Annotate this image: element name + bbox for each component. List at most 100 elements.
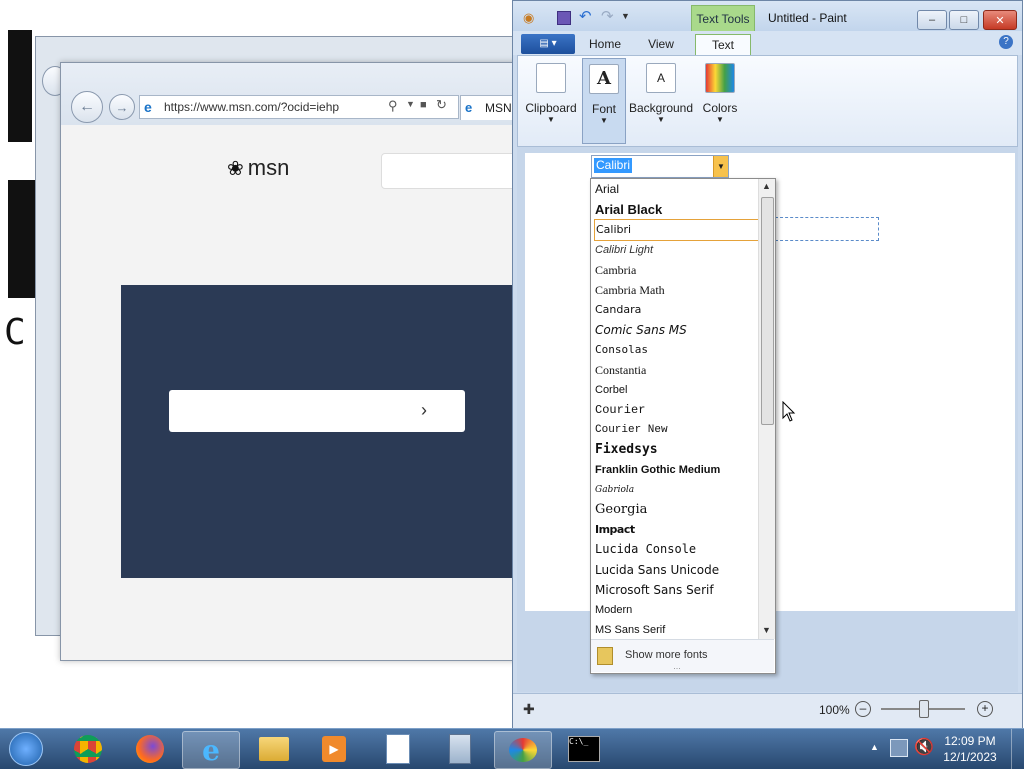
- group-label: Colors: [702, 101, 738, 115]
- font-item[interactable]: Arial: [594, 179, 757, 199]
- taskbar-firefox[interactable]: [122, 731, 178, 767]
- background-group-button[interactable]: A Background ▼: [628, 58, 694, 142]
- taskbar: e ▶ C:\_ ▲ 🔇 12:09 PM 12/1/2023: [0, 728, 1024, 769]
- msn-logo[interactable]: ❀ msn: [227, 155, 289, 181]
- font-icon: A: [589, 64, 619, 94]
- taskbar-chrome[interactable]: [60, 731, 116, 767]
- tab-label: Text: [711, 38, 734, 52]
- font-item[interactable]: Fixedsys: [594, 440, 757, 460]
- paint-app-icon[interactable]: ◉: [523, 10, 534, 26]
- font-item[interactable]: Corbel: [594, 380, 757, 400]
- taskbar-file-explorer[interactable]: [246, 731, 302, 767]
- font-item[interactable]: Cambria Math: [594, 280, 757, 300]
- font-item[interactable]: Modern: [594, 600, 757, 620]
- taskbar-command-prompt[interactable]: C:\_: [556, 731, 612, 767]
- taskbar-calculator[interactable]: [432, 731, 488, 767]
- font-item[interactable]: Franklin Gothic Medium: [594, 460, 757, 480]
- search-icon[interactable]: ⚲: [388, 98, 398, 114]
- chrome-icon: [74, 735, 102, 763]
- close-button[interactable]: ✕: [983, 10, 1017, 30]
- show-desktop-button[interactable]: [1011, 729, 1024, 769]
- calculator-icon: [449, 734, 471, 764]
- banner-search-input[interactable]: ›: [169, 390, 465, 432]
- ie-window[interactable]: ← → e https://www.msn.com/?ocid=iehp ⚲ ▼…: [60, 62, 543, 661]
- scroll-up-icon[interactable]: ▲: [762, 181, 771, 191]
- taskbar-media-player[interactable]: ▶: [306, 731, 362, 767]
- font-combo-value: Calibri: [594, 158, 633, 173]
- font-item[interactable]: Lucida Sans Unicode: [594, 560, 757, 580]
- font-item[interactable]: Constantia: [594, 360, 757, 380]
- chevron-down-icon: ▼: [657, 115, 665, 124]
- font-list-dropdown[interactable]: Arial Arial Black Calibri Calibri Light …: [590, 178, 776, 674]
- customize-quick-access-icon[interactable]: ▼: [621, 11, 630, 21]
- clipboard-group-button[interactable]: Clipboard ▼: [524, 58, 578, 142]
- system-clock[interactable]: 12:09 PM 12/1/2023: [940, 733, 1000, 765]
- minimize-button[interactable]: –: [917, 10, 947, 30]
- taskbar-wordpad[interactable]: [370, 731, 426, 767]
- start-button[interactable]: [0, 731, 52, 767]
- address-bar[interactable]: e https://www.msn.com/?ocid=iehp ⚲ ▼ ■ ↻: [139, 95, 459, 119]
- font-family-combo[interactable]: Calibri ▼: [591, 155, 729, 178]
- font-item[interactable]: Microsoft Sans Serif: [594, 580, 757, 600]
- refresh-icon[interactable]: ↻: [436, 97, 447, 113]
- folder-icon: [259, 737, 289, 761]
- paint-titlebar[interactable]: ◉ ↶ ↷ ▼ Text Tools Untitled - Paint – □ …: [513, 1, 1022, 33]
- font-item[interactable]: MS Sans Serif: [594, 620, 757, 640]
- undo-icon[interactable]: ↶: [579, 7, 592, 25]
- network-icon[interactable]: [890, 739, 908, 757]
- resize-grip-icon[interactable]: …: [673, 662, 681, 671]
- font-item[interactable]: Georgia: [594, 500, 757, 520]
- ie-logo-icon: e: [465, 100, 473, 115]
- tab-view[interactable]: View: [637, 34, 685, 54]
- group-label: Background: [628, 101, 694, 115]
- chevron-down-icon[interactable]: ▼: [406, 99, 415, 109]
- taskbar-internet-explorer[interactable]: e: [182, 731, 240, 769]
- show-hidden-icons-icon[interactable]: ▲: [870, 742, 879, 752]
- group-label: Font: [591, 102, 616, 116]
- ie-logo-icon: e: [144, 99, 152, 115]
- font-combo-dropdown-button[interactable]: ▼: [713, 156, 728, 177]
- zoom-level: 100%: [819, 703, 850, 717]
- help-icon[interactable]: ?: [999, 35, 1013, 49]
- colors-group-button[interactable]: Colors ▼: [698, 58, 742, 142]
- text-box[interactable]: [775, 217, 879, 241]
- taskbar-paint[interactable]: [494, 731, 552, 769]
- scroll-down-icon[interactable]: ▼: [762, 625, 771, 635]
- msn-page: ❀ msn ›: [61, 125, 543, 660]
- msn-banner: ›: [121, 285, 521, 578]
- lock-icon[interactable]: ■: [420, 99, 427, 111]
- zoom-slider-thumb[interactable]: [919, 700, 929, 718]
- font-item[interactable]: Impact: [594, 520, 757, 540]
- show-more-fonts-button[interactable]: Show more fonts …: [591, 639, 774, 672]
- font-group-button[interactable]: A Font ▼: [582, 58, 626, 144]
- font-item[interactable]: Comic Sans MS: [594, 320, 757, 340]
- font-item[interactable]: Calibri Light: [594, 240, 757, 260]
- maximize-button[interactable]: □: [949, 10, 979, 30]
- back-button[interactable]: ←: [71, 91, 103, 123]
- font-item[interactable]: Gabriola: [594, 480, 757, 500]
- font-item[interactable]: Cambria: [594, 260, 757, 280]
- font-item[interactable]: Courier New: [594, 420, 757, 440]
- tab-text[interactable]: Text: [695, 34, 751, 55]
- scrollbar-thumb[interactable]: [761, 197, 774, 425]
- tab-label: Home: [588, 37, 621, 51]
- font-list-scrollbar[interactable]: ▲ ▼: [758, 179, 775, 639]
- font-item[interactable]: Consolas: [594, 340, 757, 360]
- font-item-selected[interactable]: Calibri: [594, 219, 759, 241]
- chevron-right-icon[interactable]: ›: [421, 400, 427, 421]
- tab-home[interactable]: Home: [581, 34, 629, 54]
- font-item[interactable]: Arial Black: [594, 200, 757, 220]
- save-icon[interactable]: [557, 11, 571, 25]
- group-label: Clipboard: [525, 101, 577, 115]
- volume-muted-icon[interactable]: 🔇: [914, 737, 934, 757]
- font-item[interactable]: Courier: [594, 400, 757, 420]
- font-item[interactable]: Candara: [594, 300, 757, 320]
- zoom-out-icon[interactable]: –: [855, 701, 871, 717]
- redo-icon[interactable]: ↷: [601, 7, 614, 25]
- forward-button[interactable]: →: [109, 94, 135, 120]
- maximize-icon: □: [960, 14, 968, 26]
- font-item[interactable]: Lucida Console: [594, 539, 757, 559]
- zoom-in-icon[interactable]: +: [977, 701, 993, 717]
- paint-menu-button[interactable]: ▤ ▾: [521, 34, 575, 54]
- clipboard-icon: [536, 63, 566, 93]
